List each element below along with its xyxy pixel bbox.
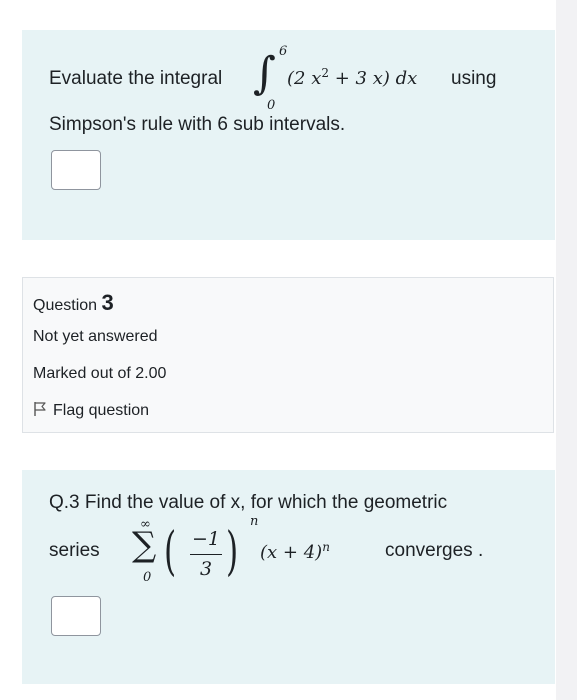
fraction-numerator: −1 — [192, 528, 221, 550]
question-2-text-line2: Simpson's rule with 6 sub intervals. — [49, 114, 346, 135]
flag-question-link[interactable]: Flag question — [33, 401, 149, 422]
fraction-bar — [190, 554, 222, 555]
question-3-status: Not yet answered — [33, 328, 158, 345]
question-3-series-label: series — [49, 540, 100, 561]
sum-lower-limit: 0 — [143, 570, 152, 585]
sum-sign: ∑ — [132, 525, 157, 565]
question-3-text-line1: Q.3 Find the value of x, for which the g… — [49, 492, 448, 513]
question-3-info-panel: Question 3 Not yet answered Marked out o… — [22, 277, 554, 433]
question-3-text-block: Q.3 Find the value of x, for which the g… — [22, 470, 555, 684]
question-number: 3 — [101, 290, 114, 315]
question-3-marks: Marked out of 2.00 — [33, 365, 167, 382]
series-expression: ∞ ∑ 0 ( −1 3 ) n (x + 4)n — [126, 512, 376, 602]
flag-icon — [33, 401, 47, 422]
question-2-answer-input[interactable] — [51, 150, 101, 190]
close-paren: ) — [226, 522, 239, 582]
flag-question-label: Flag question — [53, 402, 150, 419]
question-2-text-start: Evaluate the integral — [49, 68, 223, 89]
open-paren: ( — [164, 522, 177, 582]
question-3-heading: Question 3 — [33, 290, 114, 316]
integral-lower-limit: 0 — [267, 98, 276, 113]
question-2-text-block: Evaluate the integral ∫ 6 0 (2 x2 + 3 x)… — [22, 30, 555, 240]
series-factor: (x + 4)n — [260, 540, 330, 563]
question-label: Question — [33, 297, 98, 314]
fraction-power: n — [250, 514, 259, 529]
question-3-converges: converges . — [385, 540, 484, 561]
question-3-answer-input[interactable] — [51, 596, 101, 636]
integral-upper-limit: 6 — [279, 44, 288, 59]
question-2-text-using: using — [451, 68, 497, 89]
integrand: (2 x2 + 3 x) dx — [287, 66, 418, 89]
fraction-denominator: 3 — [200, 558, 213, 580]
integral-sign: ∫ — [253, 48, 276, 99]
